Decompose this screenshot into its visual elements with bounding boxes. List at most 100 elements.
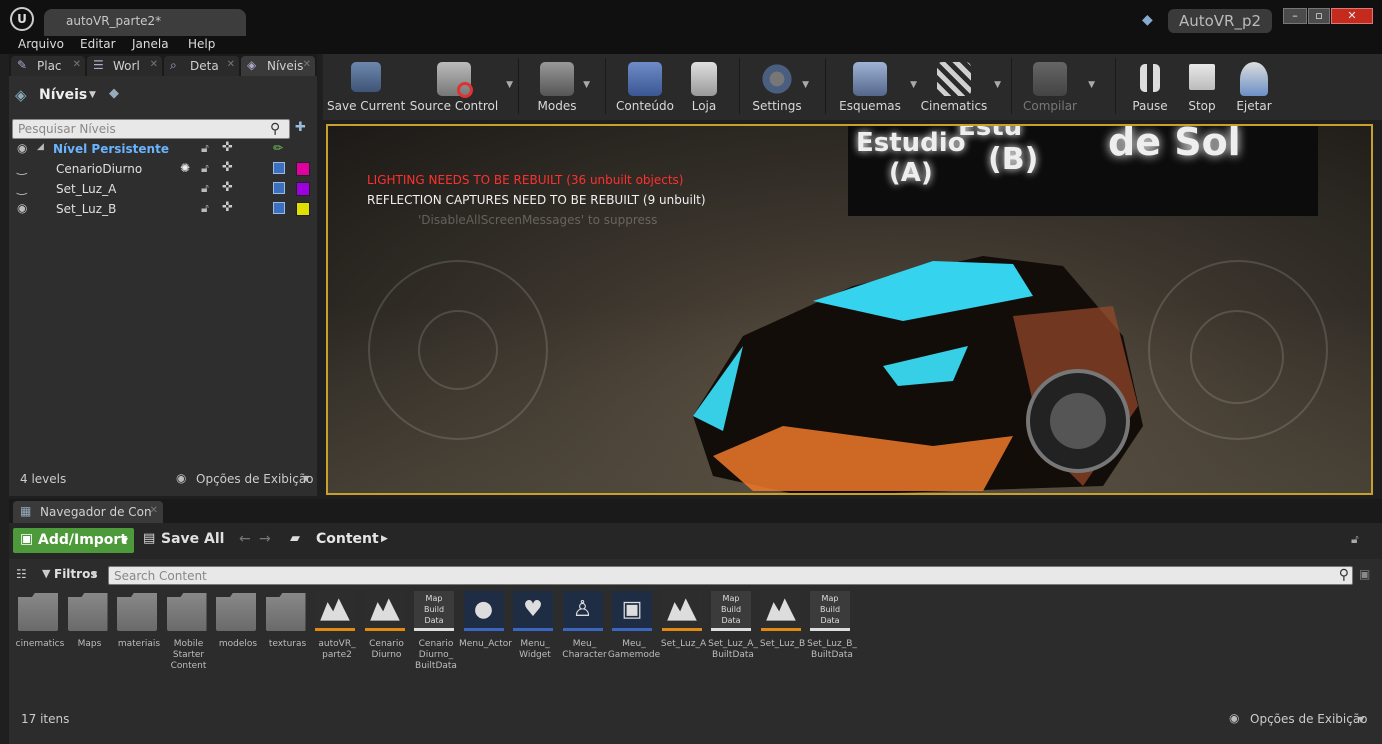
path-breadcrumb[interactable]: Content — [316, 531, 379, 547]
unlock-icon[interactable]: 🔓︎ — [201, 201, 209, 216]
tab-world[interactable]: ☰ Worl ✕ — [87, 56, 162, 76]
menu-arquivo[interactable]: Arquivo — [18, 37, 64, 51]
levels-search-input[interactable]: Pesquisar Níveis ⚲ — [12, 119, 290, 139]
chevron-down-icon[interactable]: ▼ — [910, 80, 917, 90]
eject-button[interactable]: Ejetar — [1229, 58, 1279, 116]
chevron-down-icon[interactable]: ▼ — [506, 80, 513, 90]
toolbar-label: Stop — [1188, 99, 1216, 113]
project-name: AutoVR_p2 — [1168, 9, 1272, 33]
chevron-down-icon[interactable]: ▼ — [303, 474, 309, 483]
level-name: Set_Luz_A — [56, 182, 117, 196]
compile-button[interactable]: Compilar ▼ — [1019, 58, 1095, 116]
sign-text-a: Estudio (A) — [856, 128, 966, 188]
gamepad-icon[interactable]: ✜ — [222, 200, 233, 215]
gamepad-icon[interactable]: ✜ — [222, 140, 233, 155]
tab-levels[interactable]: ◈ Níveis ✕ — [241, 56, 315, 76]
close-icon[interactable]: ✕ — [303, 59, 311, 70]
forward-arrow-icon[interactable]: → — [259, 531, 271, 547]
suppress-hint: 'DisableAllScreenMessages' to suppress — [418, 213, 658, 227]
close-button[interactable]: ✕ — [1331, 8, 1373, 24]
gamepad-icon[interactable]: ✜ — [222, 160, 233, 175]
level-row-set-luz-a[interactable]: ‿ Set_Luz_A 🔓︎ ✜ — [9, 180, 317, 200]
save-level-icon[interactable] — [273, 162, 285, 174]
pause-button[interactable]: Pause — [1125, 58, 1175, 116]
left-joystick-thumb[interactable] — [418, 310, 498, 390]
view-options-button[interactable]: Opções de Exibição — [196, 472, 314, 486]
close-icon[interactable]: ✕ — [150, 505, 158, 516]
save-search-icon[interactable]: ▣ — [1359, 567, 1370, 581]
stop-button[interactable]: Stop — [1177, 58, 1227, 116]
gamemode-icon: ▣ — [612, 591, 652, 631]
left-panel-tabs: ✎ Plac ✕ ☰ Worl ✕ ⌕ Deta ✕ ◈ Níveis ✕ — [9, 54, 317, 76]
triangle-down-icon[interactable]: ◢ — [37, 142, 44, 152]
actor-icon: ● — [463, 591, 504, 631]
tab-content-browser[interactable]: ▦ Navegador de Con ✕ — [13, 501, 163, 523]
close-icon[interactable]: ✕ — [150, 59, 158, 70]
tab-content-browser-label: Navegador de Con — [40, 505, 152, 519]
chevron-down-icon[interactable]: ▼ — [91, 570, 97, 579]
view-options-button[interactable]: Opções de Exibição — [1250, 712, 1368, 726]
settings-button[interactable]: Settings ▼ — [747, 58, 809, 116]
level-row-persistent[interactable]: ◉ ◢ Nível Persistente 🔓︎ ✜ ✏ — [9, 140, 317, 160]
level-name: Set_Luz_B — [56, 202, 117, 216]
close-icon[interactable]: ✕ — [227, 59, 235, 70]
save-current-button[interactable]: Save Current — [327, 58, 405, 116]
chevron-down-icon[interactable]: ▼ — [802, 80, 809, 90]
toolbar-label: Ejetar — [1236, 99, 1272, 113]
unlock-icon[interactable]: 🔓︎ — [201, 181, 209, 196]
gamepad-icon[interactable]: ✜ — [222, 180, 233, 195]
level-color-swatch[interactable] — [296, 162, 310, 176]
content-filter-row: ☷ ▼ Filtros ▼ Search Content ⚲ ▣ — [9, 559, 1382, 589]
eye-closed-icon[interactable]: ‿ — [17, 181, 27, 195]
unlock-icon[interactable]: 🔓︎ — [201, 161, 209, 176]
content-button[interactable]: Conteúdo — [615, 58, 675, 116]
level-color-swatch[interactable] — [296, 182, 310, 196]
add-level-plus-icon[interactable]: ✚ — [295, 120, 306, 135]
menu-janela[interactable]: Janela — [132, 37, 169, 51]
character-icon: ♙ — [562, 591, 603, 631]
document-tab[interactable]: autoVR_parte2* — [44, 9, 246, 36]
source-control-button[interactable]: Source Control ▼ — [409, 58, 513, 116]
menu-bar: Arquivo Editar Janela Help — [0, 36, 1382, 54]
level-row-set-luz-b[interactable]: ◉ Set_Luz_B 🔓︎ ✜ — [9, 200, 317, 220]
restore-button[interactable]: ▫ — [1308, 8, 1330, 24]
levels-header: ◈ Níveis ▼ ◆ — [13, 84, 313, 108]
add-import-label: Add/Import — [38, 532, 128, 548]
filter-icon: ▼ — [42, 567, 51, 580]
blueprints-button[interactable]: Esquemas ▼ — [835, 58, 917, 116]
back-arrow-icon[interactable]: ← — [239, 531, 251, 547]
cinematics-button[interactable]: Cinematics ▼ — [919, 58, 1001, 116]
chevron-down-icon[interactable]: ▼ — [994, 80, 1001, 90]
unlock-icon[interactable]: 🔓︎ — [201, 141, 209, 156]
chevron-right-icon[interactable]: ▶ — [381, 534, 388, 544]
sources-toggle-icon[interactable]: ☷ — [16, 567, 27, 581]
minimize-button[interactable]: – — [1283, 8, 1307, 24]
chevron-down-icon[interactable]: ▼ — [1088, 80, 1095, 90]
save-level-icon[interactable] — [273, 202, 285, 214]
content-search-input[interactable]: Search Content ⚲ — [108, 566, 1353, 585]
eye-icon[interactable]: ◉ — [17, 141, 27, 155]
level-color-swatch[interactable] — [296, 202, 310, 216]
lock-icon[interactable]: 🔓︎ — [1351, 532, 1359, 547]
chevron-down-icon[interactable]: ▼ — [583, 80, 590, 90]
store-button[interactable]: Loja — [679, 58, 729, 116]
level-viewport[interactable]: Estudio (A) Estu (B) de Sol LIGHTING NEE… — [326, 124, 1373, 495]
levels-title[interactable]: Níveis — [39, 87, 87, 103]
chevron-down-icon[interactable]: ▼ — [1358, 715, 1364, 724]
tab-place[interactable]: ✎ Plac ✕ — [11, 56, 85, 76]
chevron-down-icon[interactable]: ▼ — [89, 90, 96, 100]
eye-closed-icon[interactable]: ‿ — [17, 161, 27, 175]
menu-help[interactable]: Help — [188, 37, 215, 51]
tab-details[interactable]: ⌕ Deta ✕ — [164, 56, 239, 76]
modes-button[interactable]: Modes ▼ — [530, 58, 590, 116]
save-all-button[interactable]: Save All — [161, 531, 224, 547]
save-level-icon[interactable] — [273, 182, 285, 194]
right-joystick-thumb[interactable] — [1190, 310, 1284, 404]
add-import-button[interactable]: ▣ Add/Import ▼ — [13, 528, 134, 553]
add-level-icon[interactable]: ◆ — [109, 86, 119, 101]
eye-icon[interactable]: ◉ — [17, 201, 27, 215]
pencil-icon[interactable]: ✏ — [273, 141, 283, 155]
level-row-cenariodiurno[interactable]: ‿ CenarioDiurno ✺ 🔓︎ ✜ — [9, 160, 317, 180]
menu-editar[interactable]: Editar — [80, 37, 116, 51]
close-icon[interactable]: ✕ — [73, 59, 81, 70]
